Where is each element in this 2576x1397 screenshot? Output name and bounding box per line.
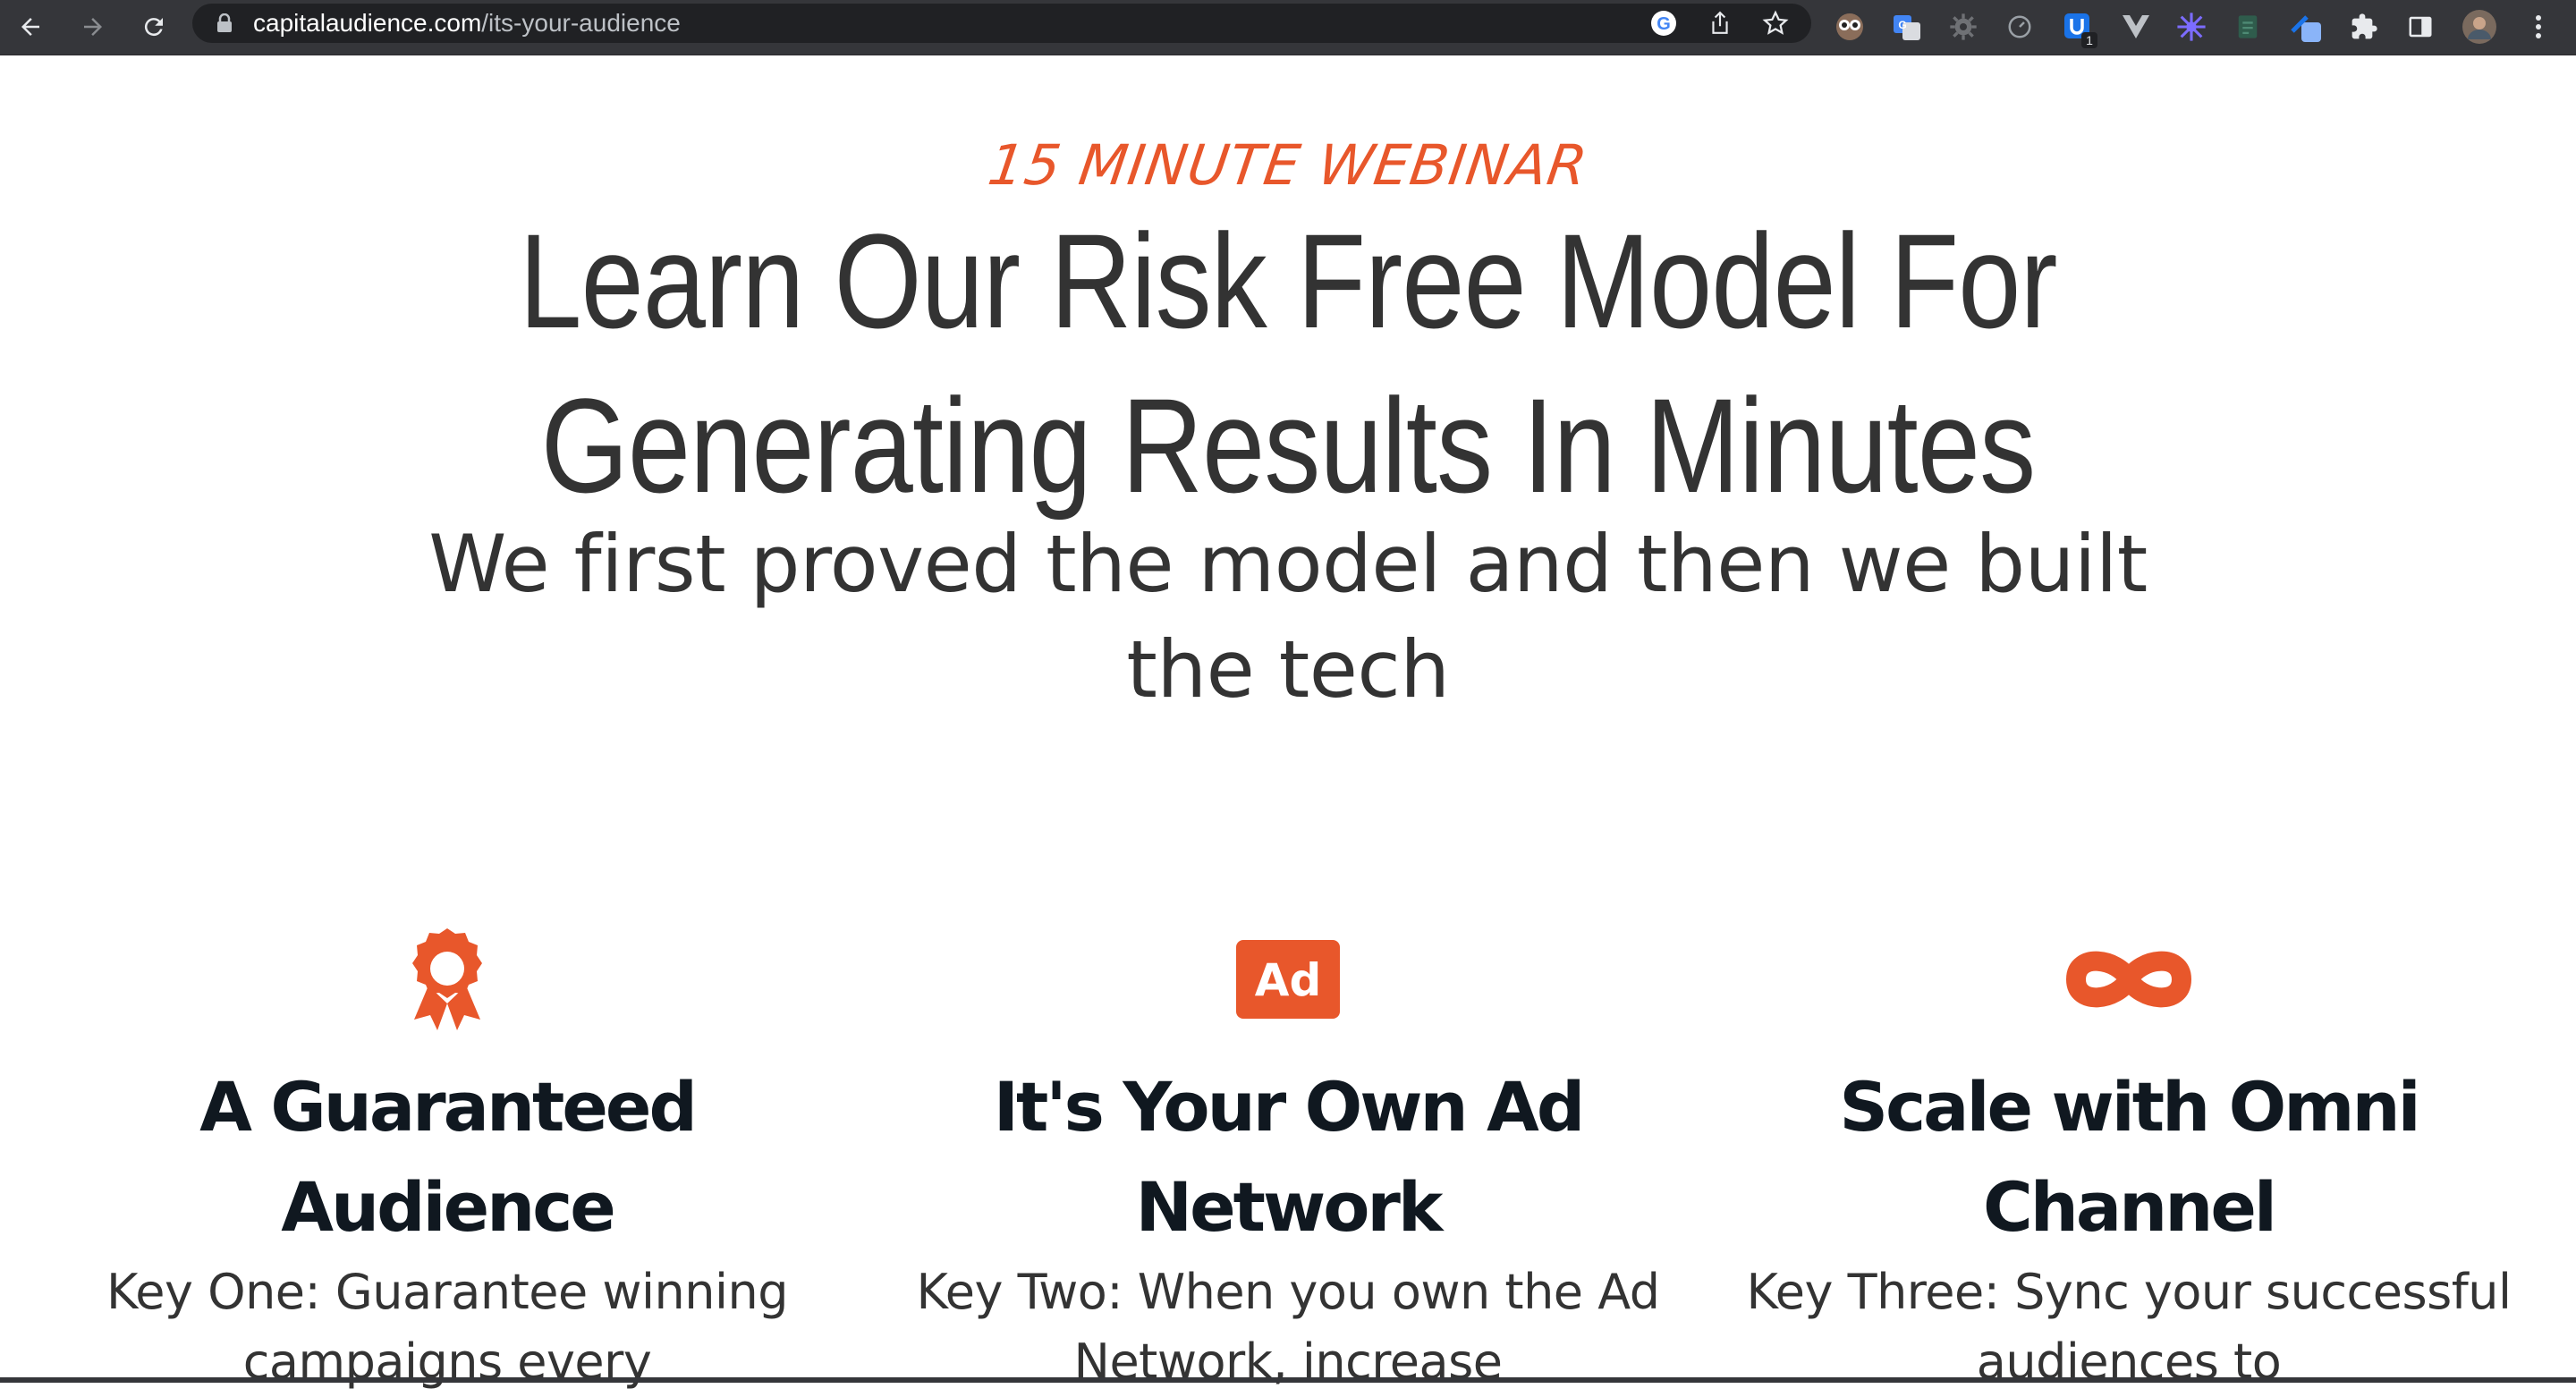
burst-extension-icon[interactable] — [2174, 9, 2209, 45]
timer-extension-icon[interactable] — [2002, 9, 2038, 45]
feature-guaranteed-audience: A Guaranteed Audience Key One: Guarantee… — [54, 921, 841, 1397]
puzzle-icon[interactable] — [2346, 9, 2382, 45]
forward-button[interactable] — [73, 7, 113, 47]
feature-text: Key One: Guarantee winning campaigns eve… — [106, 1264, 788, 1390]
feature-title: A Guaranteed Audience — [199, 1067, 698, 1247]
reload-button[interactable] — [134, 7, 174, 47]
extension-badge: 1 — [2081, 32, 2097, 48]
google-translate-icon[interactable]: G — [1889, 9, 1925, 45]
feature-omni-channel: Scale with Omni Channel Key Three: Sync … — [1735, 921, 2522, 1397]
arrow-left-icon — [21, 18, 39, 36]
notes-extension-icon[interactable] — [2230, 9, 2266, 45]
award-ribbon-icon — [412, 928, 482, 1030]
share-icon[interactable] — [1707, 10, 1733, 37]
svg-text:G: G — [1898, 19, 1906, 31]
feature-title: Scale with Omni Channel — [1839, 1067, 2420, 1247]
side-panel-icon[interactable] — [2402, 9, 2438, 45]
url-host: capitalaudience.com — [253, 9, 482, 37]
arrow-right-icon — [84, 18, 102, 36]
more-menu-icon[interactable] — [2521, 9, 2556, 45]
browser-toolbar: capitalaudience.com/its-your-audience G … — [0, 0, 2576, 55]
address-bar[interactable]: capitalaudience.com/its-your-audience G — [192, 4, 1811, 43]
window-bottom-edge — [0, 1377, 2576, 1383]
gear-extension-icon[interactable] — [1945, 9, 1981, 45]
extension-owl-icon[interactable] — [1832, 9, 1868, 45]
vue-devtools-icon[interactable] — [2118, 9, 2154, 45]
feature-own-ad-network: Ad It's Your Own Ad Network Key Two: Whe… — [894, 921, 1682, 1397]
lock-icon — [217, 13, 232, 32]
feature-title: It's Your Own Ad Network — [993, 1067, 1586, 1247]
url-path: /its-your-audience — [481, 9, 681, 37]
webinar-eyebrow: 15 MINUTE WEBINAR — [984, 132, 1592, 198]
google-icon[interactable]: G — [1650, 10, 1677, 37]
ad-icon: Ad — [1236, 940, 1340, 1019]
back-button[interactable] — [11, 7, 50, 47]
feature-text: Key Two: When you own the Ad Network, in… — [916, 1264, 1660, 1390]
bookmark-star-icon[interactable] — [1762, 10, 1789, 37]
ad-icon-text: Ad — [1255, 954, 1322, 1006]
extension-u-icon[interactable]: 1 — [2060, 9, 2097, 48]
url-text: capitalaudience.com/its-your-audience — [253, 4, 681, 43]
profile-avatar-icon[interactable] — [2462, 9, 2497, 45]
feature-text: Key Three: Sync your successful audience… — [1746, 1264, 2512, 1390]
page-subheadline: We first proved the model and then we bu… — [428, 518, 2148, 715]
infinity-icon — [2065, 951, 2192, 1008]
reload-icon — [144, 18, 163, 37]
page-headline: Learn Our Risk Free Model For Generating… — [519, 206, 2057, 521]
svg-text:G: G — [1657, 14, 1671, 34]
dropper-extension-icon[interactable] — [2288, 9, 2324, 45]
